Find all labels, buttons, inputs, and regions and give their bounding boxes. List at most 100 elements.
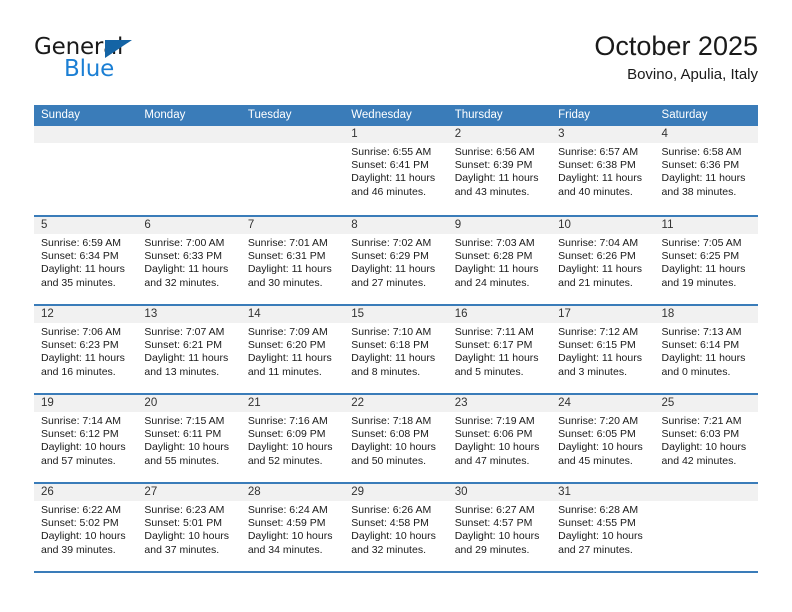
page-header: General Blue October 2025 Bovino, Apulia… [34, 30, 758, 96]
day-cell[interactable]: 23 Sunrise: 7:19 AM Sunset: 6:06 PM Dayl… [447, 395, 552, 482]
day-cell[interactable]: 30 Sunrise: 6:27 AM Sunset: 4:57 PM Dayl… [447, 484, 552, 571]
title-block: October 2025 Bovino, Apulia, Italy [594, 30, 758, 86]
day-cell[interactable]: 1 Sunrise: 6:55 AM Sunset: 6:41 PM Dayli… [344, 126, 448, 215]
sunrise-text: Sunrise: 7:01 AM [247, 237, 328, 249]
daylight-text-line2: and 13 minutes. [144, 365, 220, 378]
day-cell[interactable]: 13 Sunrise: 7:07 AM Sunset: 6:21 PM Dayl… [137, 306, 241, 393]
day-number: 26 [34, 484, 138, 501]
sunset-text: Sunset: 6:26 PM [558, 250, 636, 263]
day-cell[interactable]: 12 Sunrise: 7:06 AM Sunset: 6:23 PM Dayl… [34, 306, 138, 393]
daylight-text-line2: and 16 minutes. [41, 365, 116, 378]
daylight-text-line2: and 37 minutes. [144, 543, 220, 556]
day-number: 14 [240, 306, 345, 323]
day-cell[interactable]: 10 Sunrise: 7:04 AM Sunset: 6:26 PM Dayl… [551, 217, 655, 304]
daylight-text-line1: Daylight: 11 hours [661, 263, 746, 276]
sunrise-text: Sunrise: 6:59 AM [41, 237, 121, 249]
sunset-text: Sunset: 6:06 PM [454, 428, 533, 441]
sunrise-text: Sunrise: 7:11 AM [454, 326, 534, 338]
calendar-page: General Blue October 2025 Bovino, Apulia… [0, 0, 792, 612]
day-cell[interactable]: 7 Sunrise: 7:01 AM Sunset: 6:31 PM Dayli… [240, 217, 345, 304]
day-cell[interactable]: 6 Sunrise: 7:00 AM Sunset: 6:33 PM Dayli… [137, 217, 241, 304]
daylight-text-line2: and 32 minutes. [144, 276, 220, 289]
sunset-text: Sunset: 6:08 PM [351, 428, 429, 441]
daylight-text-line2: and 21 minutes. [558, 276, 633, 289]
daylight-text-line1: Daylight: 11 hours [454, 172, 539, 185]
sunset-text: Sunset: 6:36 PM [661, 159, 740, 172]
daylight-text-line2: and 45 minutes. [558, 454, 633, 467]
daylight-text-line1: Daylight: 11 hours [247, 263, 332, 276]
sunrise-text: Sunrise: 7:18 AM [351, 415, 432, 427]
daylight-text-line1: Daylight: 11 hours [351, 352, 436, 365]
sunrise-text: Sunrise: 6:24 AM [247, 504, 328, 516]
day-number: 6 [137, 217, 241, 234]
day-details: Sunrise: 7:19 AM Sunset: 6:06 PM Dayligh… [448, 412, 551, 468]
day-cell[interactable]: 14 Sunrise: 7:09 AM Sunset: 6:20 PM Dayl… [240, 306, 345, 393]
day-cell[interactable]: 20 Sunrise: 7:15 AM Sunset: 6:11 PM Dayl… [137, 395, 241, 482]
sunrise-text: Sunrise: 6:58 AM [661, 146, 742, 158]
day-cell[interactable]: 22 Sunrise: 7:18 AM Sunset: 6:08 PM Dayl… [344, 395, 448, 482]
day-cell[interactable]: 26 Sunrise: 6:22 AM Sunset: 5:02 PM Dayl… [34, 484, 138, 571]
day-cell[interactable]: 11 Sunrise: 7:05 AM Sunset: 6:25 PM Dayl… [654, 217, 758, 304]
day-cell[interactable]: 25 Sunrise: 7:21 AM Sunset: 6:03 PM Dayl… [654, 395, 758, 482]
logo-text-blue: Blue [64, 56, 115, 82]
day-cell[interactable]: 4 Sunrise: 6:58 AM Sunset: 6:36 PM Dayli… [654, 126, 758, 215]
day-details: Sunrise: 6:28 AM Sunset: 4:55 PM Dayligh… [551, 501, 654, 557]
day-cell[interactable]: 29 Sunrise: 6:26 AM Sunset: 4:58 PM Dayl… [344, 484, 448, 571]
sunrise-text: Sunrise: 7:14 AM [41, 415, 121, 427]
day-details: Sunrise: 7:09 AM Sunset: 6:20 PM Dayligh… [241, 323, 344, 379]
day-cell[interactable]: 28 Sunrise: 6:24 AM Sunset: 4:59 PM Dayl… [240, 484, 345, 571]
day-cell[interactable]: 27 Sunrise: 6:23 AM Sunset: 5:01 PM Dayl… [137, 484, 241, 571]
day-cell[interactable]: 16 Sunrise: 7:11 AM Sunset: 6:17 PM Dayl… [447, 306, 552, 393]
daylight-text-line1: Daylight: 10 hours [558, 530, 643, 543]
day-details: Sunrise: 7:15 AM Sunset: 6:11 PM Dayligh… [137, 412, 240, 468]
calendar-bottom-border [34, 571, 758, 573]
day-cell[interactable]: 8 Sunrise: 7:02 AM Sunset: 6:29 PM Dayli… [344, 217, 448, 304]
day-cell[interactable]: 17 Sunrise: 7:12 AM Sunset: 6:15 PM Dayl… [551, 306, 655, 393]
daylight-text-line2: and 19 minutes. [661, 276, 737, 289]
daylight-text-line2: and 52 minutes. [247, 454, 323, 467]
sunset-text: Sunset: 6:31 PM [247, 250, 326, 263]
sunset-text: Sunset: 6:41 PM [351, 159, 429, 172]
daylight-text-line1: Daylight: 11 hours [41, 263, 125, 276]
day-details: Sunrise: 6:56 AM Sunset: 6:39 PM Dayligh… [448, 143, 551, 199]
weekday-header-saturday: Saturday [661, 109, 708, 121]
day-cell[interactable]: 15 Sunrise: 7:10 AM Sunset: 6:18 PM Dayl… [344, 306, 448, 393]
day-cell[interactable]: 19 Sunrise: 7:14 AM Sunset: 6:12 PM Dayl… [34, 395, 138, 482]
daylight-text-line1: Daylight: 10 hours [41, 441, 126, 454]
day-cell[interactable]: 24 Sunrise: 7:20 AM Sunset: 6:05 PM Dayl… [551, 395, 655, 482]
day-details: Sunrise: 6:59 AM Sunset: 6:34 PM Dayligh… [34, 234, 137, 290]
day-number: 27 [137, 484, 241, 501]
daylight-text-line1: Daylight: 11 hours [351, 263, 436, 276]
sunrise-text: Sunrise: 6:26 AM [351, 504, 432, 516]
day-details: Sunrise: 7:11 AM Sunset: 6:17 PM Dayligh… [448, 323, 551, 379]
daylight-text-line2: and 11 minutes. [247, 365, 322, 378]
day-number: 4 [654, 126, 758, 143]
day-cell[interactable]: 5 Sunrise: 6:59 AM Sunset: 6:34 PM Dayli… [34, 217, 138, 304]
daylight-text-line2: and 43 minutes. [454, 185, 530, 198]
day-details: Sunrise: 7:20 AM Sunset: 6:05 PM Dayligh… [551, 412, 654, 468]
page-title: October 2025 [594, 31, 758, 61]
sunrise-text: Sunrise: 7:19 AM [454, 415, 535, 427]
day-cell[interactable]: 3 Sunrise: 6:57 AM Sunset: 6:38 PM Dayli… [551, 126, 655, 215]
general-blue-logo[interactable]: General Blue [34, 34, 234, 88]
day-cell [654, 484, 758, 571]
sunrise-text: Sunrise: 7:15 AM [144, 415, 225, 427]
sunset-text: Sunset: 6:21 PM [144, 339, 223, 352]
sunrise-text: Sunrise: 7:10 AM [351, 326, 432, 338]
day-cell[interactable]: 2 Sunrise: 6:56 AM Sunset: 6:39 PM Dayli… [447, 126, 552, 215]
sunset-text: Sunset: 6:14 PM [661, 339, 740, 352]
sunrise-text: Sunrise: 6:56 AM [454, 146, 535, 158]
day-number: 29 [344, 484, 448, 501]
sunrise-text: Sunrise: 7:12 AM [558, 326, 639, 338]
sunset-text: Sunset: 5:01 PM [144, 517, 223, 530]
day-cell[interactable]: 31 Sunrise: 6:28 AM Sunset: 4:55 PM Dayl… [551, 484, 655, 571]
day-number [654, 484, 758, 501]
day-cell[interactable]: 21 Sunrise: 7:16 AM Sunset: 6:09 PM Dayl… [240, 395, 345, 482]
day-cell[interactable]: 18 Sunrise: 7:13 AM Sunset: 6:14 PM Dayl… [654, 306, 758, 393]
day-details: Sunrise: 7:01 AM Sunset: 6:31 PM Dayligh… [241, 234, 344, 290]
day-number: 5 [34, 217, 138, 234]
day-details: Sunrise: 7:04 AM Sunset: 6:26 PM Dayligh… [551, 234, 654, 290]
day-details: Sunrise: 6:55 AM Sunset: 6:41 PM Dayligh… [344, 143, 447, 199]
day-cell[interactable]: 9 Sunrise: 7:03 AM Sunset: 6:28 PM Dayli… [447, 217, 552, 304]
daylight-text-line2: and 0 minutes. [661, 365, 731, 378]
